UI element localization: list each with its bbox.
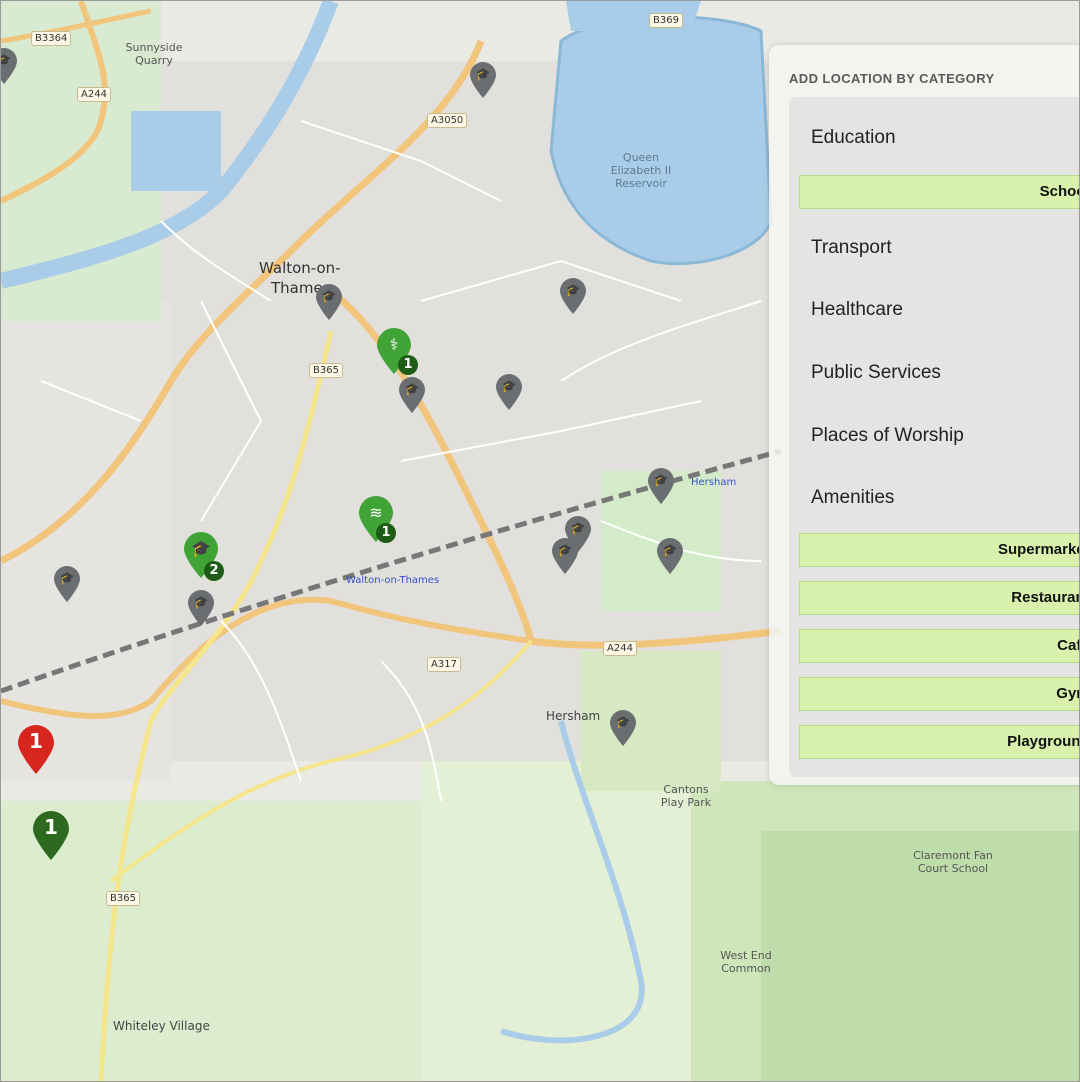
healthcare-marker[interactable]: ⚕ 1 (374, 327, 418, 375)
road-shield: A244 (603, 641, 637, 656)
train-icon: ≋ (369, 505, 383, 522)
cafes-button[interactable]: Cafes (799, 629, 1079, 663)
graduation-cap-icon: 🎓 (191, 541, 211, 558)
playgrounds-button[interactable]: Playgrounds (799, 725, 1079, 759)
category-places-of-worship[interactable]: Places of Worship (811, 425, 964, 447)
graduation-cap-icon: 🎓 (557, 543, 573, 557)
place-label-claremont: Claremont Fan Court School (913, 849, 993, 875)
transport-marker[interactable]: ≋ 1 (356, 495, 396, 543)
school-marker[interactable]: 🎓 (646, 467, 676, 505)
school-marker[interactable]: 🎓 (52, 565, 82, 603)
place-label-reservoir: Queen Elizabeth II Reservoir (610, 151, 672, 190)
marker-count-badge: 1 (376, 523, 396, 543)
graduation-cap-icon: 🎓 (662, 543, 678, 557)
place-label-cantons: Cantons Play Park (660, 783, 712, 809)
selected-location-marker[interactable]: 1 (16, 723, 56, 775)
schools-button[interactable]: Schools (799, 175, 1079, 209)
location-marker[interactable]: 1 (31, 809, 71, 861)
school-marker[interactable]: 🎓 (494, 373, 524, 411)
place-label-walton: Walton-on- (259, 259, 341, 277)
road-shield: B365 (309, 363, 343, 378)
graduation-cap-icon: 🎓 (653, 473, 669, 487)
school-marker[interactable]: 🎓 (655, 537, 685, 575)
graduation-cap-icon: 🎓 (501, 379, 517, 393)
graduation-cap-icon: 🎓 (565, 283, 581, 297)
road-shield: B369 (649, 13, 683, 28)
road-shield: A3050 (427, 113, 468, 128)
education-cluster-marker[interactable]: 🎓 2 (181, 531, 224, 581)
school-marker[interactable]: 🎓 (608, 709, 638, 747)
school-marker[interactable]: 🎓 (314, 283, 344, 321)
category-amenities[interactable]: Amenities (811, 487, 894, 509)
road-shield: B3364 (31, 31, 72, 46)
place-label-quarry: Sunnyside Quarry (125, 41, 183, 67)
school-marker[interactable]: 🎓 (397, 376, 427, 414)
graduation-cap-icon: 🎓 (1, 53, 19, 67)
map-view[interactable]: Walton-on- Thames Walton-on-Thames Hersh… (0, 0, 1080, 1082)
school-marker[interactable]: 🎓 (186, 589, 216, 627)
school-marker[interactable]: 🎓 (1, 47, 19, 85)
panel-title: ADD LOCATION BY CATEGORY (789, 71, 995, 86)
category-public-services[interactable]: Public Services (811, 362, 941, 384)
restaurants-button[interactable]: Restaurants (799, 581, 1079, 615)
school-marker[interactable]: 🎓 (550, 537, 580, 575)
graduation-cap-icon: 🎓 (404, 382, 420, 396)
graduation-cap-icon: 🎓 (193, 595, 209, 609)
station-label-walton: Walton-on-Thames (346, 575, 440, 586)
place-label-hersham: Hersham (546, 709, 601, 723)
road-shield: B365 (106, 891, 140, 906)
station-label-hersham: Hersham (691, 477, 737, 488)
category-list: Education Schools Transport Healthcare P… (789, 97, 1079, 777)
school-marker[interactable]: 🎓 (558, 277, 588, 315)
graduation-cap-icon: 🎓 (615, 715, 631, 729)
road-shield: A244 (77, 87, 111, 102)
road-shield: A317 (427, 657, 461, 672)
marker-count-badge: 2 (204, 561, 224, 581)
graduation-cap-icon: 🎓 (475, 67, 491, 81)
graduation-cap-icon: 🎓 (321, 289, 337, 303)
graduation-cap-icon: 🎓 (570, 521, 586, 535)
place-label-west-end: West End Common (720, 949, 772, 975)
gyms-button[interactable]: Gyms (799, 677, 1079, 711)
marker-count-badge: 1 (398, 355, 418, 375)
school-marker[interactable]: 🎓 (468, 61, 498, 99)
graduation-cap-icon: 🎓 (59, 571, 75, 585)
place-label-whiteley: Whiteley Village (113, 1019, 210, 1033)
supermarkets-button[interactable]: Supermarkets (799, 533, 1079, 567)
stethoscope-icon: ⚕ (389, 337, 399, 354)
category-panel: ADD LOCATION BY CATEGORY Education Schoo… (769, 45, 1079, 785)
category-education[interactable]: Education (811, 127, 896, 149)
category-transport[interactable]: Transport (811, 237, 892, 259)
category-healthcare[interactable]: Healthcare (811, 299, 903, 321)
